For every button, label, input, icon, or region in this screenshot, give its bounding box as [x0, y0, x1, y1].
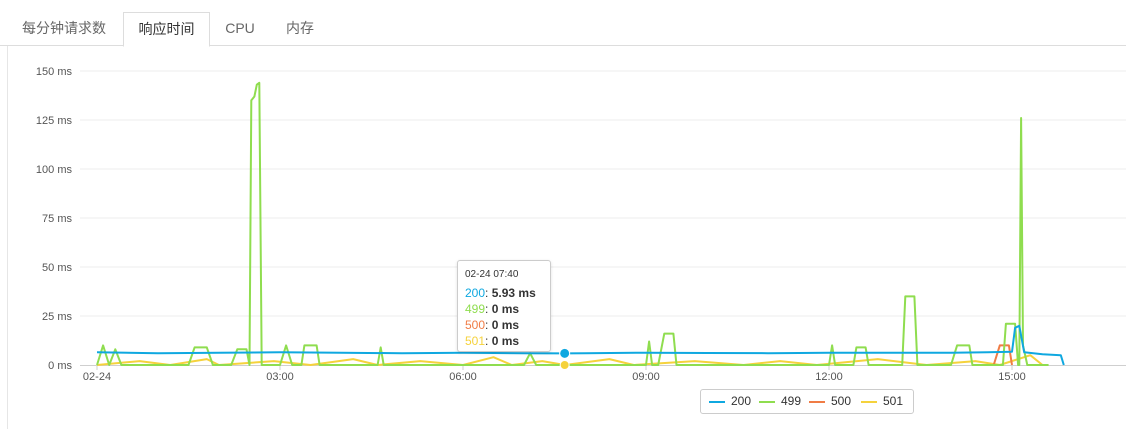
x-tick-label: 02-24 [83, 371, 111, 383]
legend-swatch [861, 400, 877, 403]
y-tick-label: 50 ms [42, 262, 72, 274]
y-tick-label: 25 ms [42, 311, 72, 323]
y-tick-label: 75 ms [42, 213, 72, 225]
tooltip-series-name: 499 [465, 302, 486, 316]
tooltip-time: 02-24 07:40 [465, 269, 519, 280]
tooltip-row-500: 500: 0 ms [465, 318, 520, 332]
tooltip-series-value: 0 ms [491, 318, 520, 332]
tooltip-series-name: 501 [465, 334, 486, 348]
y-tick-label: 0 ms [48, 360, 72, 372]
series-line-501 [96, 354, 1044, 366]
series-line-200 [96, 324, 1065, 366]
legend-item-499[interactable]: 499 [759, 390, 801, 413]
tooltip-series-value: 5.93 ms [491, 286, 536, 300]
legend-item-500[interactable]: 500 [809, 390, 851, 413]
tooltip-series-name: 200 [465, 286, 486, 300]
x-tick-label: 03:00 [266, 371, 294, 383]
series-line-499 [96, 81, 1049, 366]
tooltip-series-value: 0 ms [491, 302, 520, 316]
legend-label: 501 [883, 394, 904, 408]
legend-label: 200 [731, 394, 752, 408]
legend-label: 499 [781, 394, 802, 408]
y-tick-label: 125 ms [36, 115, 73, 127]
legend-label: 500 [831, 394, 852, 408]
tooltip-row-200: 200: 5.93 ms [465, 286, 536, 300]
legend-swatch [759, 400, 775, 403]
tooltip-series-value: 0 ms [491, 334, 520, 348]
legend-swatch [809, 400, 825, 403]
legend-item-200[interactable]: 200 [709, 390, 751, 413]
chart-tooltip: 02-24 07:40 200: 5.93 ms 499: 0 ms 500: … [457, 260, 551, 352]
hover-marker-501 [559, 360, 570, 370]
x-tick-label: 09:00 [632, 371, 660, 383]
legend-swatch [709, 400, 725, 403]
tooltip-row-499: 499: 0 ms [465, 302, 520, 316]
x-tick-label: 06:00 [449, 371, 477, 383]
x-tick-label: 12:00 [815, 371, 843, 383]
chart-legend: 200 499 500 501 [700, 389, 914, 414]
y-tick-label: 100 ms [36, 164, 73, 176]
hover-marker-200 [559, 347, 571, 359]
x-tick-label: 15:00 [998, 371, 1026, 383]
legend-item-501[interactable]: 501 [861, 390, 903, 413]
tooltip-row-501: 501: 0 ms [465, 334, 520, 348]
response-time-chart[interactable]: 0 ms 25 ms 50 ms 75 ms 100 ms 125 ms 150 ms 02-… [0, 0, 1126, 429]
y-tick-label: 150 ms [36, 66, 73, 78]
tooltip-series-name: 500 [465, 318, 486, 332]
